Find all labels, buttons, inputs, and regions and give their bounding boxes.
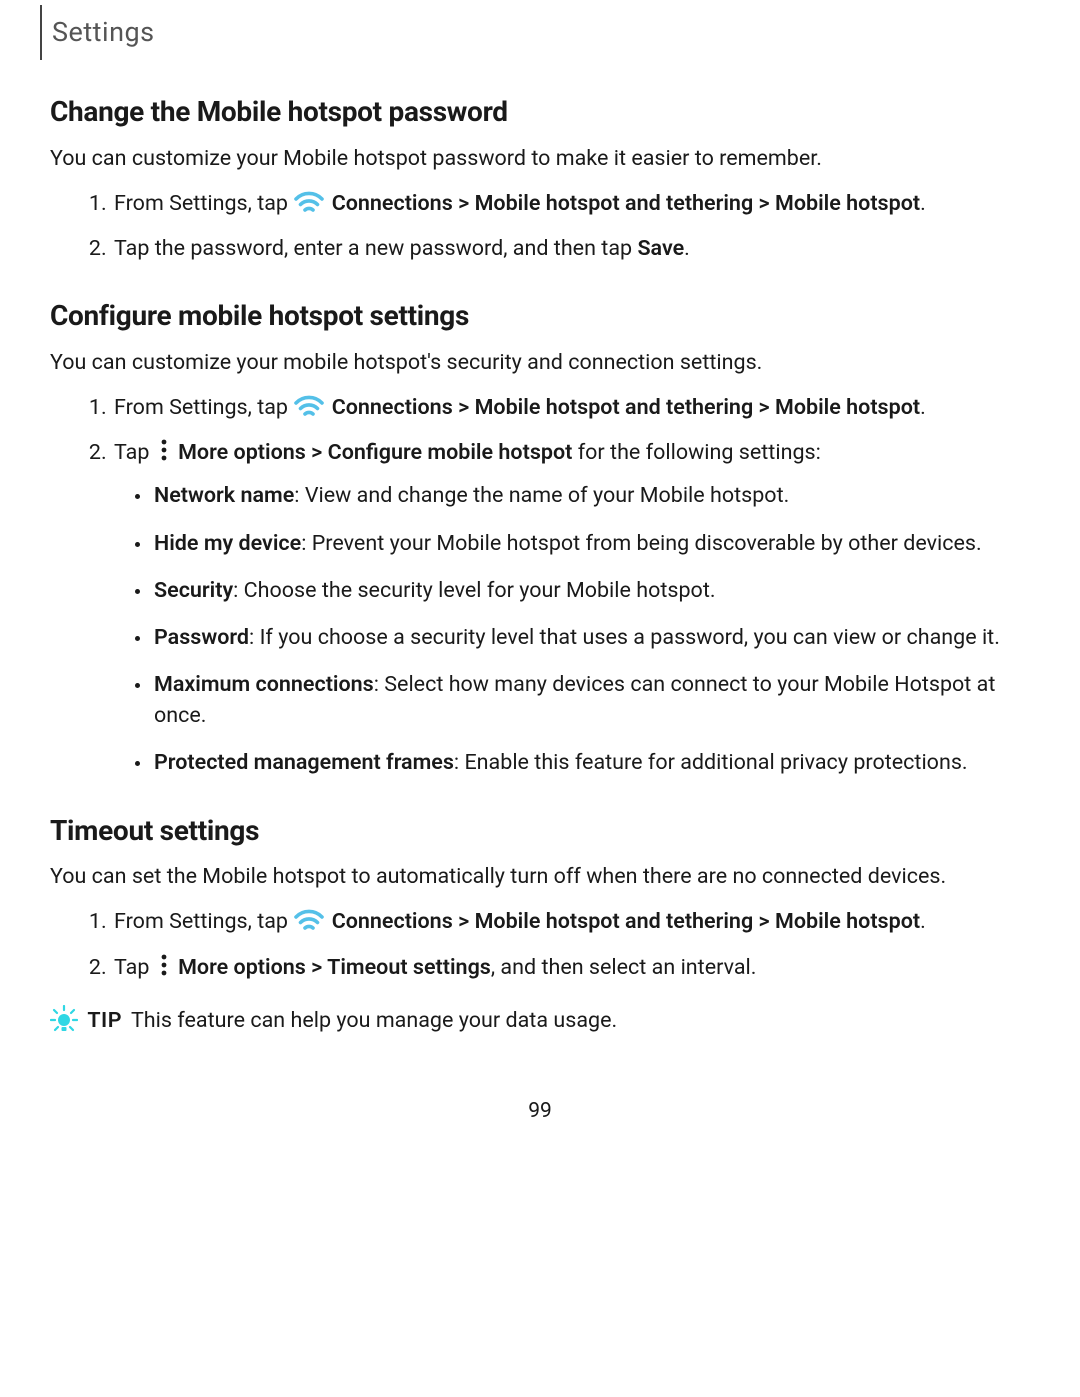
- text-bold: More options: [178, 955, 306, 980]
- label: Protected management frames: [154, 750, 454, 775]
- text-bold: Timeout settings: [327, 955, 491, 980]
- text-bold: Connections: [332, 191, 453, 216]
- heading-configure: Configure mobile hotspot settings: [50, 296, 1030, 337]
- tip-text: This feature can help you manage your da…: [131, 1008, 617, 1033]
- step-item: Tap the password, enter a new password, …: [112, 233, 1030, 264]
- steps-change-password: From Settings, tap Connections > Mobile …: [50, 188, 1030, 264]
- text: From Settings, tap: [114, 395, 293, 420]
- tip-callout: TIP This feature can help you manage you…: [50, 1005, 1030, 1036]
- list-item: Hide my device: Prevent your Mobile hots…: [152, 528, 1030, 559]
- text-bold: >: [753, 191, 775, 216]
- text-bold: Connections: [332, 909, 453, 934]
- intro-change-password: You can customize your Mobile hotspot pa…: [50, 143, 1030, 174]
- text: : Prevent your Mobile hotspot from being…: [301, 531, 981, 556]
- label: Security: [154, 578, 233, 603]
- heading-change-password: Change the Mobile hotspot password: [50, 92, 1030, 133]
- text-bold: Mobile hotspot and tethering: [475, 191, 754, 216]
- list-item: Protected management frames: Enable this…: [152, 747, 1030, 778]
- text: Tap the password, enter a new password, …: [114, 236, 637, 261]
- text: Tap: [114, 955, 155, 980]
- text: : Choose the security level for your Mob…: [233, 578, 715, 603]
- more-options-icon: [157, 439, 171, 461]
- text: for the following settings:: [572, 440, 820, 465]
- list-item: Network name: View and change the name o…: [152, 480, 1030, 511]
- tip-label: TIP: [87, 1008, 122, 1033]
- text-bold: Mobile hotspot: [775, 395, 920, 420]
- text: From Settings, tap: [114, 191, 293, 216]
- text: : View and change the name of your Mobil…: [294, 483, 789, 508]
- settings-list: Network name: View and change the name o…: [114, 480, 1030, 778]
- step-item: Tap More options > Timeout settings, and…: [112, 952, 1030, 983]
- text: : Enable this feature for additional pri…: [454, 750, 968, 775]
- label: Maximum connections: [154, 672, 374, 697]
- text-bold: >: [453, 395, 475, 420]
- text: From Settings, tap: [114, 909, 293, 934]
- step-item: Tap More options > Configure mobile hots…: [112, 437, 1030, 778]
- text-bold: Mobile hotspot and tethering: [475, 395, 754, 420]
- text: : If you choose a security level that us…: [249, 625, 1000, 650]
- heading-timeout: Timeout settings: [50, 811, 1030, 852]
- text-bold: >: [753, 909, 775, 934]
- text-bold: >: [453, 191, 475, 216]
- text-bold: More options: [178, 440, 306, 465]
- intro-configure: You can customize your mobile hotspot's …: [50, 347, 1030, 378]
- step-item: From Settings, tap Connections > Mobile …: [112, 392, 1030, 423]
- text-bold: Configure mobile hotspot: [328, 440, 573, 465]
- wifi-icon: [294, 394, 324, 420]
- text-bold: Save: [637, 236, 684, 261]
- text: , and then select an interval.: [491, 955, 757, 980]
- text-bold: Mobile hotspot: [775, 909, 920, 934]
- text-bold: Connections: [332, 395, 453, 420]
- text-bold: >: [306, 440, 328, 465]
- page-number: 99: [50, 1096, 1030, 1126]
- step-item: From Settings, tap Connections > Mobile …: [112, 188, 1030, 219]
- text: Tap: [114, 440, 155, 465]
- wifi-icon: [294, 190, 324, 216]
- list-item: Security: Choose the security level for …: [152, 575, 1030, 606]
- text-bold: Mobile hotspot and tethering: [475, 909, 754, 934]
- text: .: [920, 909, 926, 934]
- more-options-icon: [157, 954, 171, 976]
- lightbulb-icon: [50, 1005, 78, 1033]
- page-header: Settings: [40, 5, 1030, 60]
- label: Hide my device: [154, 531, 301, 556]
- intro-timeout: You can set the Mobile hotspot to automa…: [50, 861, 1030, 892]
- list-item: Password: If you choose a security level…: [152, 622, 1030, 653]
- list-item: Maximum connections: Select how many dev…: [152, 669, 1030, 731]
- text: .: [920, 395, 926, 420]
- label: Password: [154, 625, 249, 650]
- text-bold: >: [306, 955, 327, 980]
- text: .: [920, 191, 926, 216]
- text-bold: >: [453, 909, 475, 934]
- text-bold: Mobile hotspot: [775, 191, 920, 216]
- text: .: [684, 236, 690, 261]
- steps-configure: From Settings, tap Connections > Mobile …: [50, 392, 1030, 779]
- step-item: From Settings, tap Connections > Mobile …: [112, 906, 1030, 937]
- steps-timeout: From Settings, tap Connections > Mobile …: [50, 906, 1030, 982]
- label: Network name: [154, 483, 294, 508]
- wifi-icon: [294, 908, 324, 934]
- text-bold: >: [753, 395, 775, 420]
